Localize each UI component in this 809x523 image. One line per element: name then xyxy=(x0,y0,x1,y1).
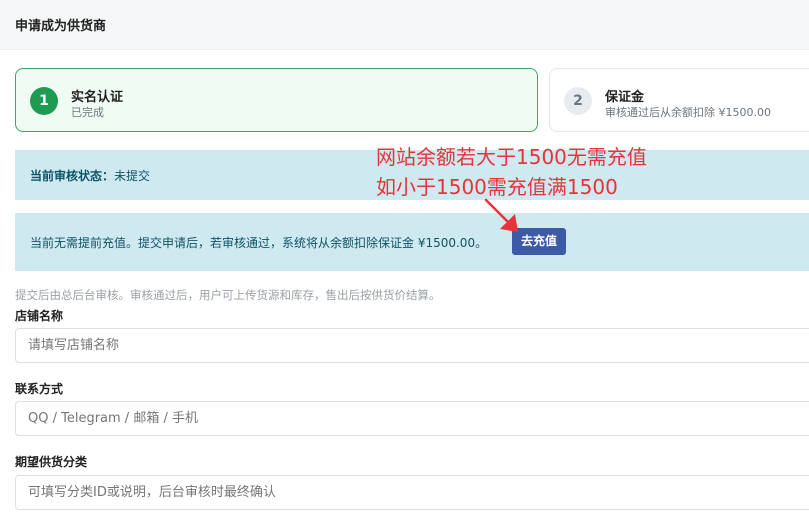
recharge-notice-alert: 当前无需提前充值。提交申请后，若审核通过，系统将从余额扣除保证金 ¥1500.0… xyxy=(15,213,809,271)
store-name-label: 店铺名称 xyxy=(15,309,64,323)
step-2-title: 保证金 xyxy=(605,90,645,105)
step-identity-verification: 1 实名认证 已完成 xyxy=(15,68,538,132)
page-header: 申请成为供货商 xyxy=(0,0,809,50)
step-1-title: 实名认证 xyxy=(71,90,124,105)
step-2-subtitle: 审核通过后从余额扣除 ¥1500.00 xyxy=(605,106,771,119)
step-1-number: 1 xyxy=(30,87,58,115)
review-status-value: 未提交 xyxy=(114,169,151,183)
contact-label: 联系方式 xyxy=(15,382,64,396)
step-deposit: 2 保证金 审核通过后从余额扣除 ¥1500.00 xyxy=(549,68,809,132)
page-title: 申请成为供货商 xyxy=(15,19,107,34)
category-input[interactable] xyxy=(15,475,809,510)
contact-input[interactable] xyxy=(15,401,809,436)
store-name-input[interactable] xyxy=(15,328,809,363)
category-label: 期望供货分类 xyxy=(15,455,88,469)
step-2-number: 2 xyxy=(564,87,592,115)
recharge-notice-text: 当前无需提前充值。提交申请后，若审核通过，系统将从余额扣除保证金 ¥1500.0… xyxy=(30,236,488,250)
step-1-subtitle: 已完成 xyxy=(71,106,104,119)
review-status-label: 当前审核状态： xyxy=(30,169,115,183)
annotation-line-1: 网站余额若大于1500无需充值 xyxy=(376,145,647,169)
annotation-arrow-icon xyxy=(484,198,518,232)
review-note: 提交后由总后台审核。审核通过后，用户可上传货源和库存，售出后按供货价结算。 xyxy=(15,288,441,302)
